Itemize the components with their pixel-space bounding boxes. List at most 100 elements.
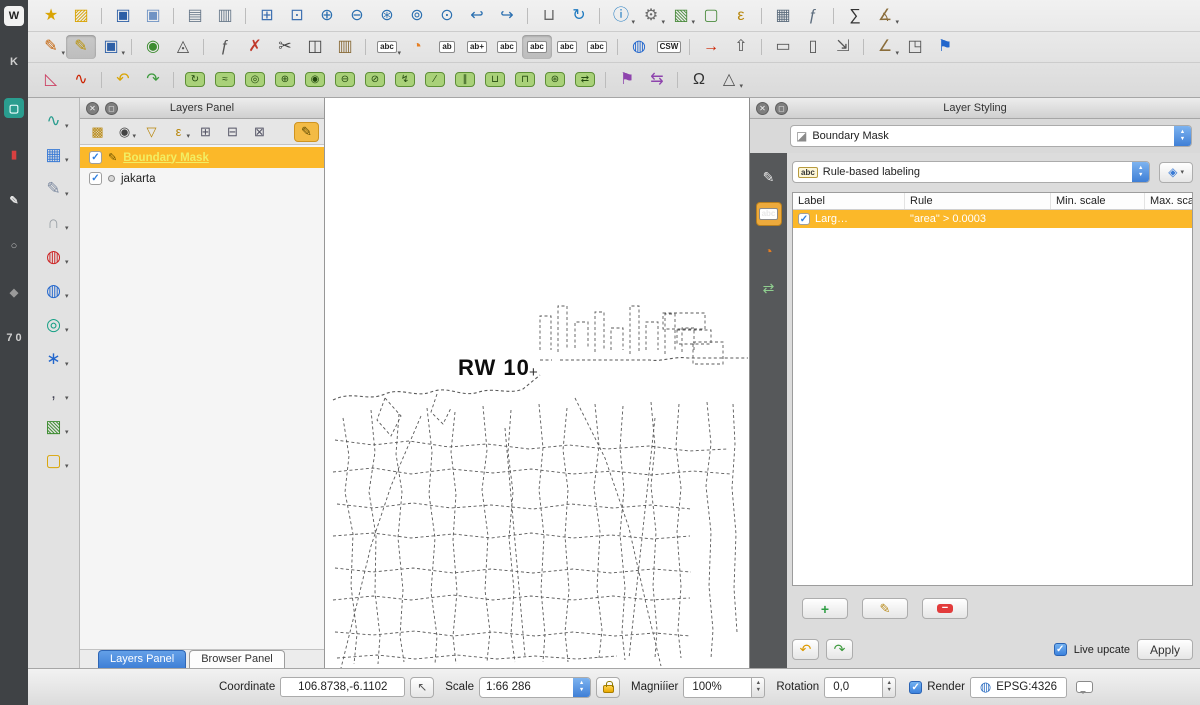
layer-checkbox[interactable]: ✓ <box>89 172 102 185</box>
labeling-settings-button[interactable]: ◈ ▾ <box>1159 162 1193 183</box>
tab-browser-panel[interactable]: Browser Panel <box>189 650 285 668</box>
close-panel-icon[interactable]: ✕ <box>86 102 99 115</box>
add-group-icon[interactable]: ▩ <box>85 122 110 142</box>
metasearch-icon[interactable]: ◍ <box>624 35 654 59</box>
undo-style-button[interactable]: ↶ <box>792 639 819 660</box>
background-app-red-icon[interactable]: ▮ <box>4 144 24 164</box>
map-canvas[interactable]: RW 10 + <box>325 98 750 668</box>
add-oracle-layer-icon[interactable]: ◍ <box>38 244 70 268</box>
add-wms-layer-icon[interactable]: ◍ <box>38 278 70 302</box>
labeling-mode-combo[interactable]: abc Rule-based labeling ▲▼ <box>792 161 1150 183</box>
stepper-icon[interactable]: ▲▼ <box>751 677 765 698</box>
add-spatialite-layer-icon[interactable]: ✎ <box>38 176 70 200</box>
project-save-as-icon[interactable]: ▣ <box>138 4 168 28</box>
layer-checkbox[interactable]: ✓ <box>89 151 102 164</box>
zoom-full-icon[interactable]: ⊛ <box>372 4 402 28</box>
expand-all-icon[interactable]: ⊞ <box>193 122 218 142</box>
merge-features-icon[interactable]: ⊔ <box>480 68 510 92</box>
zoom-native-icon[interactable]: ⊔ <box>534 4 564 28</box>
fill-ring-icon[interactable]: ◉ <box>300 68 330 92</box>
snapping-options-icon[interactable]: Ω <box>684 68 714 92</box>
advanced-digitizing-icon[interactable]: ◺ <box>36 68 66 92</box>
move-annotation-icon[interactable]: ⇲ <box>828 35 858 59</box>
redo-icon[interactable]: ↷ <box>138 68 168 92</box>
filter-legend-icon[interactable]: ▽ <box>139 122 164 142</box>
csw-button[interactable]: CSW <box>654 35 684 59</box>
background-app-text[interactable]: 7 0 <box>4 328 24 348</box>
label-show-hide-icon[interactable]: ab <box>432 35 462 59</box>
select-by-expression-icon[interactable]: ε <box>726 4 756 28</box>
crs-status-button[interactable]: ◍ EPSG:4326 <box>970 677 1067 698</box>
composer-manager-icon[interactable]: ▥ <box>210 4 240 28</box>
project-new-icon[interactable]: ★ <box>36 4 66 28</box>
render-checkbox[interactable]: ✓ <box>909 681 922 694</box>
redo-style-button[interactable]: ↷ <box>826 639 853 660</box>
node-tool-icon[interactable]: ◬ <box>168 35 198 59</box>
split-features-icon[interactable]: ∕ <box>420 68 450 92</box>
rotation-spinbox[interactable]: 0,0 ▲▼ <box>824 677 896 698</box>
rule-row[interactable]: ✓ Larg… "area" > 0.0003 NAM <box>793 210 1192 228</box>
pan-to-selection-icon[interactable]: ⊡ <box>282 4 312 28</box>
remove-rule-button[interactable]: − <box>922 598 968 619</box>
mouse-position-toggle[interactable]: ↖ <box>410 677 434 698</box>
field-calculator-icon[interactable]: ƒ <box>798 4 828 28</box>
log-messages-icon[interactable] <box>1076 681 1093 693</box>
magnifier-spinbox[interactable]: 100% ▲▼ <box>683 677 765 698</box>
measure-angle-icon[interactable]: ∠ <box>870 35 900 59</box>
rotate-feature-icon[interactable]: ↻ <box>180 68 210 92</box>
zoom-out-icon[interactable]: ⊖ <box>342 4 372 28</box>
live-update-checkbox[interactable]: ✓ <box>1054 643 1067 656</box>
label-rotate-icon[interactable]: abc <box>492 35 522 59</box>
label-move-icon[interactable]: abc <box>552 35 582 59</box>
edit-rule-button[interactable]: ✎ <box>862 598 908 619</box>
add-postgis-layer-icon[interactable]: ∩ <box>38 210 70 234</box>
statistics-summary-icon[interactable]: ∑ <box>840 4 870 28</box>
map-tips-icon[interactable]: ◳ <box>900 35 930 59</box>
layer-name[interactable]: Boundary Mask <box>123 152 209 164</box>
new-print-composer-icon[interactable]: ▤ <box>180 4 210 28</box>
remove-layer-icon[interactable]: ⊠ <box>247 122 272 142</box>
rules-table-empty-area[interactable] <box>793 228 1192 585</box>
filter-expression-icon[interactable]: ε <box>166 122 191 142</box>
add-part-icon[interactable]: ⊕ <box>270 68 300 92</box>
run-feature-action-icon[interactable]: ⚙ <box>636 4 666 28</box>
add-rule-button[interactable]: + <box>802 598 848 619</box>
delete-ring-icon[interactable]: ⊖ <box>330 68 360 92</box>
zoom-to-layer-icon[interactable]: ⊙ <box>432 4 462 28</box>
coordinate-input[interactable]: 106.8738,-6.1102 <box>280 677 405 697</box>
label-add-icon[interactable]: ab+ <box>462 35 492 59</box>
tab-diagrams[interactable]: ◔ <box>756 239 782 263</box>
add-feature-icon[interactable]: ◉ <box>138 35 168 59</box>
background-app-diamond-icon[interactable]: ◆ <box>4 282 24 302</box>
add-raster-layer-icon[interactable]: ▦ <box>38 142 70 166</box>
open-attribute-table-icon[interactable]: ▦ <box>768 4 798 28</box>
offset-up-icon[interactable]: ⇧ <box>726 35 756 59</box>
add-vector-layer-icon[interactable]: ∿ <box>38 108 70 132</box>
paste-features-icon[interactable]: ▥ <box>330 35 360 59</box>
collapse-all-icon[interactable]: ⊟ <box>220 122 245 142</box>
undo-icon[interactable]: ↶ <box>108 68 138 92</box>
add-delimited-text-layer-icon[interactable]: , <box>38 380 70 404</box>
layer-row-jakarta[interactable]: ✓ jakarta <box>80 168 324 189</box>
undock-panel-icon[interactable]: ◻ <box>775 102 788 115</box>
layer-labeling-options-icon[interactable]: abc <box>372 35 402 59</box>
new-shapefile-layer-icon[interactable]: ▧ <box>38 414 70 438</box>
new-spatialite-layer-icon[interactable]: ▢ <box>38 448 70 472</box>
zoom-last-icon[interactable]: ↩ <box>462 4 492 28</box>
zoom-to-selection-icon[interactable]: ⊚ <box>402 4 432 28</box>
cut-features-icon[interactable]: ✂ <box>270 35 300 59</box>
background-app-k-icon[interactable]: K <box>4 52 24 72</box>
tab-symbology[interactable]: ✎ <box>756 165 782 189</box>
current-edits-icon[interactable]: ✎ <box>36 35 66 59</box>
apply-button[interactable]: Apply <box>1137 639 1193 660</box>
measure-icon[interactable]: ∡ <box>870 4 900 28</box>
offset-curve-icon[interactable]: ∿ <box>66 68 96 92</box>
tab-layers-panel[interactable]: Layers Panel <box>98 650 186 668</box>
annotation-rect-icon[interactable]: ▭ <box>768 35 798 59</box>
delete-part-icon[interactable]: ⊘ <box>360 68 390 92</box>
project-save-icon[interactable]: ▣ <box>108 4 138 28</box>
layer-selector-combo[interactable]: ◪ Boundary Mask ▲▼ <box>790 125 1192 147</box>
annotation-frame-icon[interactable]: ▯ <box>798 35 828 59</box>
background-app-w-icon[interactable]: W <box>4 6 24 26</box>
merge-attributes-icon[interactable]: ⊓ <box>510 68 540 92</box>
